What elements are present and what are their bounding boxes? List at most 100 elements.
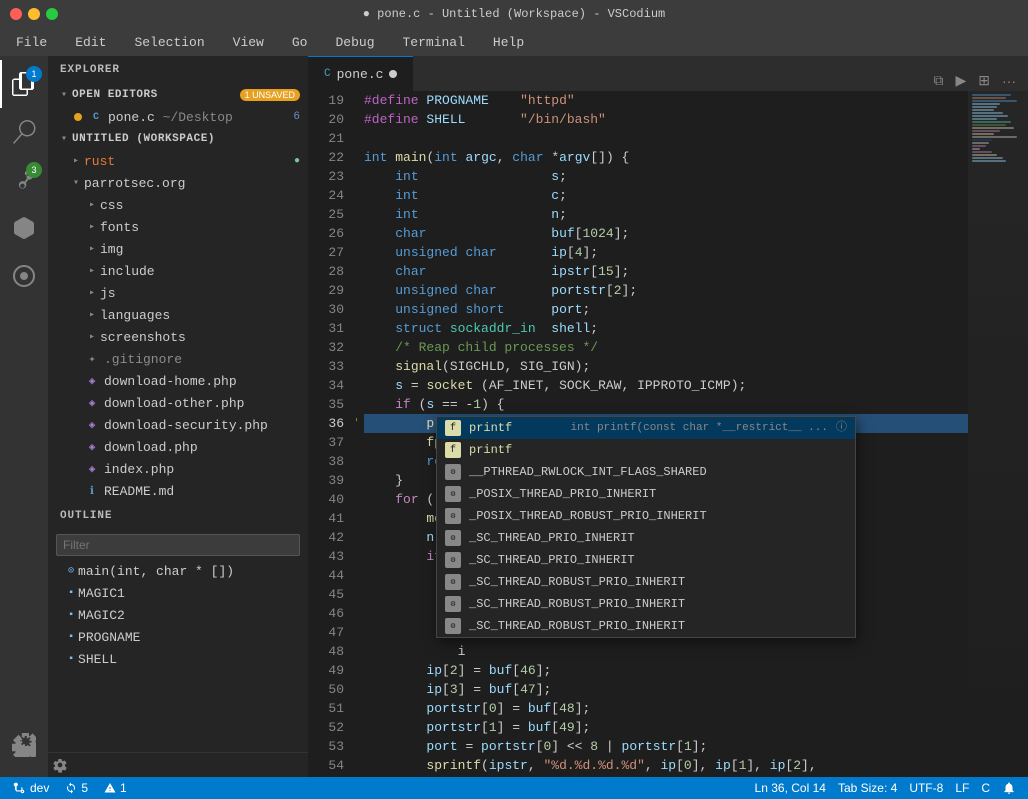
file-download-home[interactable]: ◈ download-home.php	[48, 370, 308, 392]
status-notification[interactable]	[998, 781, 1020, 795]
outline-filter-area	[48, 530, 308, 560]
outline-shell[interactable]: ▪ SHELL	[48, 648, 308, 670]
branch-name: dev	[30, 781, 49, 795]
autocomplete-item-sc1[interactable]: ⚙ _SC_THREAD_PRIO_INHERIT	[437, 527, 855, 549]
more-actions-button[interactable]: ···	[998, 71, 1020, 91]
menu-selection[interactable]: Selection	[128, 33, 210, 52]
file-download-security[interactable]: ◈ download-security.php	[48, 414, 308, 436]
menu-view[interactable]: View	[227, 33, 270, 52]
file-index[interactable]: ◈ index.php	[48, 458, 308, 480]
autocomplete-item-sc3[interactable]: ⚙ _SC_THREAD_ROBUST_PRIO_INHERIT	[437, 571, 855, 593]
menu-file[interactable]: File	[10, 33, 53, 52]
window-controls[interactable]	[10, 8, 58, 20]
file-download[interactable]: ◈ download.php	[48, 436, 308, 458]
code-editor[interactable]: 19 20 21 22 23 24 25 26 27 28 29 30 31 3…	[308, 91, 968, 777]
chevron-right-icon: ▸	[84, 309, 100, 321]
tab-actions: ⧉ ▶ ⊞ ···	[929, 70, 1028, 91]
code-line-31: struct sockaddr_in shell;	[364, 319, 968, 338]
md-icon: ℹ	[84, 483, 100, 499]
file-gitignore[interactable]: ✦ .gitignore	[48, 348, 308, 370]
folder-include[interactable]: ▸ include	[48, 260, 308, 282]
folder-parrotsec[interactable]: ▾ parrotsec.org	[48, 172, 308, 194]
keyword-icon: ⚙	[445, 618, 461, 634]
layout-button[interactable]: ⊞	[974, 70, 994, 91]
folder-fonts[interactable]: ▸ fonts	[48, 216, 308, 238]
folder-screenshots[interactable]: ▸ screenshots	[48, 326, 308, 348]
code-line-25: int n;	[364, 205, 968, 224]
outline-filter-input[interactable]	[56, 534, 300, 556]
circle-icon: ⊙	[68, 565, 74, 577]
code-line-26: char buf[1024];	[364, 224, 968, 243]
autocomplete-dropdown[interactable]: f printf int printf(const char *__restri…	[436, 416, 856, 638]
file-change-count: 6	[293, 111, 308, 123]
menu-help[interactable]: Help	[487, 33, 530, 52]
autocomplete-item-sc4[interactable]: ⚙ _SC_THREAD_ROBUST_PRIO_INHERIT	[437, 593, 855, 615]
minimap-content	[968, 91, 1028, 777]
outline-magic1[interactable]: ▪ MAGIC1	[48, 582, 308, 604]
maximize-button[interactable]	[46, 8, 58, 20]
folder-js[interactable]: ▸ js	[48, 282, 308, 304]
php-icon: ◈	[84, 439, 100, 455]
folder-img[interactable]: ▸ img	[48, 238, 308, 260]
activity-extensions[interactable]	[0, 204, 48, 252]
activity-explorer[interactable]: 1	[0, 60, 48, 108]
file-readme[interactable]: ℹ README.md	[48, 480, 308, 502]
workspace-header[interactable]: ▾ UNTITLED (WORKSPACE)	[48, 128, 308, 150]
autocomplete-item-pthread[interactable]: ⚙ __PTHREAD_RWLOCK_INT_FLAGS_SHARED	[437, 461, 855, 483]
autocomplete-label: _SC_THREAD_ROBUST_PRIO_INHERIT	[469, 595, 847, 614]
close-button[interactable]	[10, 8, 22, 20]
menu-terminal[interactable]: Terminal	[397, 33, 471, 52]
activity-source-control[interactable]: 3	[0, 156, 48, 204]
chevron-down-icon: ▾	[56, 89, 72, 101]
folder-rust[interactable]: ▸ rust ●	[48, 150, 308, 172]
chevron-right-icon: ▸	[84, 243, 100, 255]
status-encoding[interactable]: UTF-8	[905, 781, 947, 795]
code-line-50: ip[3] = buf[47];	[364, 680, 968, 699]
code-line-34: s = socket (AF_INET, SOCK_RAW, IPPROTO_I…	[364, 376, 968, 395]
code-line-27: unsigned char ip[4];	[364, 243, 968, 262]
run-button[interactable]: ▶	[951, 70, 970, 91]
keyword-icon: ⚙	[445, 574, 461, 590]
sidebar: EXPLORER ▾ OPEN EDITORS 1 UNSAVED C pone…	[48, 56, 308, 777]
status-branch[interactable]: dev	[8, 781, 53, 795]
autocomplete-item-posix1[interactable]: ⚙ _POSIX_THREAD_PRIO_INHERIT	[437, 483, 855, 505]
status-line-ending[interactable]: LF	[951, 781, 973, 795]
status-tab-size[interactable]: Tab Size: 4	[834, 781, 901, 795]
lightbulb-icon[interactable]: 💡	[356, 414, 360, 433]
folder-languages[interactable]: ▸ languages	[48, 304, 308, 326]
code-content[interactable]: #define PROGNAME "httpd" #define SHELL "…	[356, 91, 968, 777]
status-language[interactable]: C	[977, 781, 994, 795]
sidebar-settings[interactable]	[48, 752, 308, 777]
activity-remote[interactable]	[0, 252, 48, 300]
open-editors-header[interactable]: ▾ OPEN EDITORS 1 UNSAVED	[48, 84, 308, 106]
minimize-button[interactable]	[28, 8, 40, 20]
folder-css[interactable]: ▸ css	[48, 194, 308, 216]
activity-settings[interactable]	[0, 721, 48, 769]
split-editor-button[interactable]: ⧉	[929, 70, 947, 91]
explorer-header: EXPLORER	[48, 56, 308, 84]
autocomplete-item-printf2[interactable]: f printf	[437, 439, 855, 461]
autocomplete-item-sc2[interactable]: ⚙ _SC_THREAD_PRIO_INHERIT	[437, 549, 855, 571]
autocomplete-label: _SC_THREAD_ROBUST_PRIO_INHERIT	[469, 617, 847, 636]
activity-bar: 1 3	[0, 56, 48, 777]
autocomplete-item-sc5[interactable]: ⚙ _SC_THREAD_ROBUST_PRIO_INHERIT	[437, 615, 855, 637]
autocomplete-item-posix2[interactable]: ⚙ _POSIX_THREAD_ROBUST_PRIO_INHERIT	[437, 505, 855, 527]
menu-edit[interactable]: Edit	[69, 33, 112, 52]
file-download-other[interactable]: ◈ download-other.php	[48, 392, 308, 414]
outline-main-function[interactable]: ⊙ main(int, char * [])	[48, 560, 308, 582]
menu-debug[interactable]: Debug	[329, 33, 380, 52]
autocomplete-item-printf1[interactable]: f printf int printf(const char *__restri…	[437, 417, 855, 439]
status-cursor[interactable]: Ln 36, Col 14	[751, 781, 830, 795]
autocomplete-detail: int printf(const char *__restrict__ ...	[557, 419, 828, 438]
status-sync[interactable]: 5	[61, 781, 92, 795]
status-warning[interactable]: 1	[100, 781, 131, 795]
outline-header[interactable]: OUTLINE	[48, 502, 308, 530]
tab-pone-c[interactable]: C pone.c	[308, 56, 413, 91]
outline-magic2[interactable]: ▪ MAGIC2	[48, 604, 308, 626]
outline-progname[interactable]: ▪ PROGNAME	[48, 626, 308, 648]
open-file-pone-c[interactable]: C pone.c ~/Desktop 6	[48, 106, 308, 128]
code-line-23: int s;	[364, 167, 968, 186]
editor-wrapper: 19 20 21 22 23 24 25 26 27 28 29 30 31 3…	[308, 91, 1028, 777]
menu-go[interactable]: Go	[286, 33, 314, 52]
activity-search[interactable]	[0, 108, 48, 156]
